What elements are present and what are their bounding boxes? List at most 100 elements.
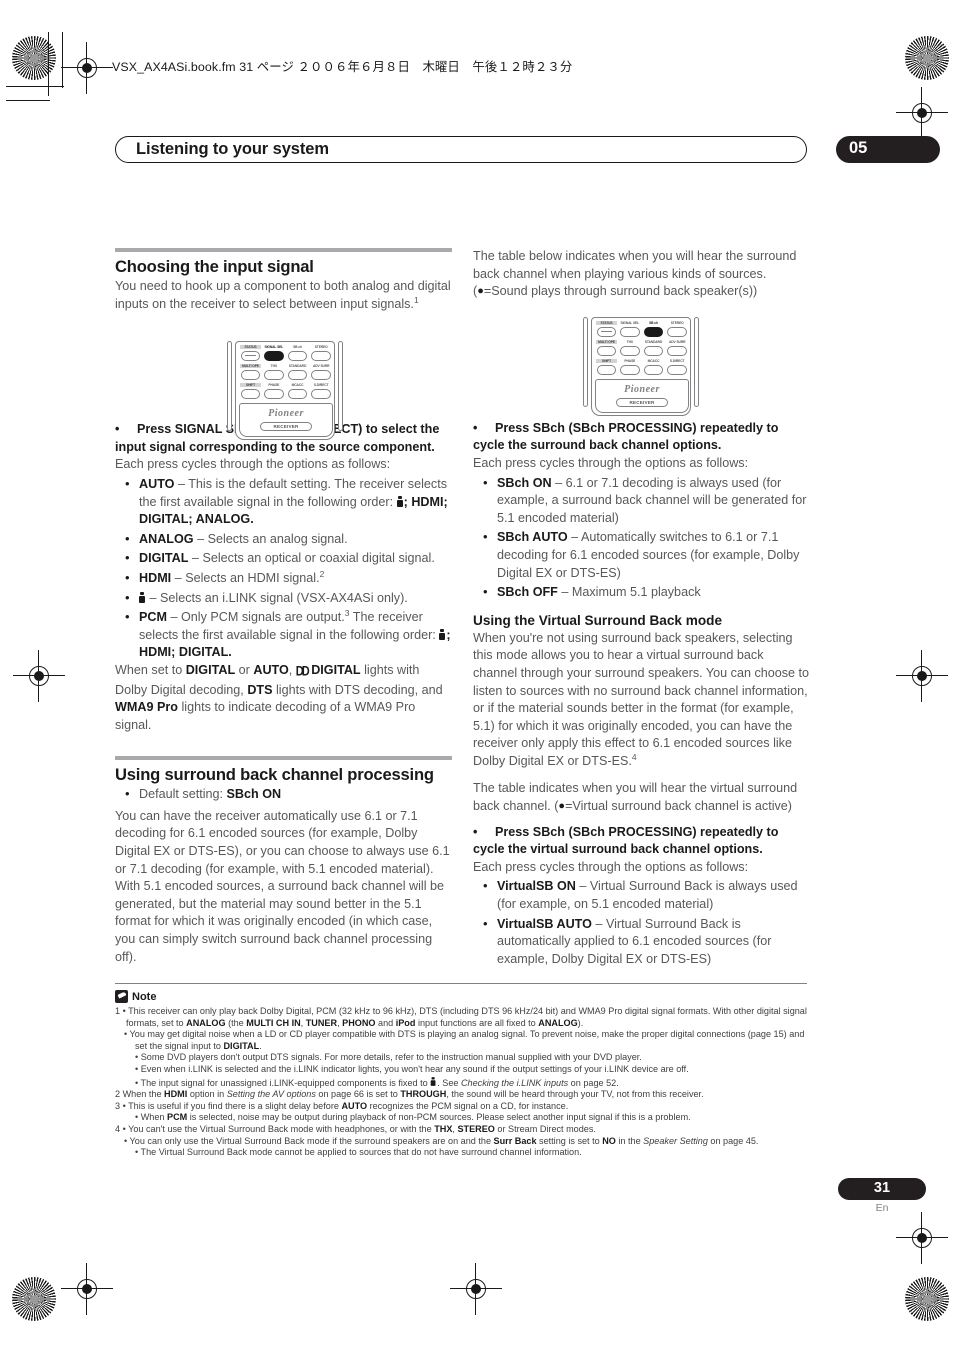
footnote-item: 1 • This receiver can only play back Dol…	[115, 1006, 807, 1028]
instruction-press-sbch-virtual-text: Press SBch (SBch PROCESSING) repeatedly …	[473, 824, 779, 857]
section-rule	[115, 756, 452, 761]
virtual-table-intro-2: =Virtual surround back channel is active…	[565, 799, 793, 814]
filled-circle-icon: ●	[477, 285, 484, 298]
list-item: SBch ON – 6.1 or 7.1 decoding is always …	[473, 474, 810, 528]
remote-key-mcacc: MCACC	[287, 383, 309, 402]
option-term-digital: DIGITAL	[139, 551, 189, 566]
registration-crosshair-bottom-left	[61, 1263, 113, 1315]
footnote-list: 1 • This receiver can only play back Dol…	[115, 1006, 811, 1159]
list-item: PCM – Only PCM signals are output.3 The …	[115, 608, 452, 662]
list-item: Default setting: SBch ON	[115, 785, 452, 804]
footnote-item: • Even when i.LINK is selected and the i…	[135, 1063, 689, 1074]
remote-key-label: SHIFT	[240, 383, 261, 387]
remote-key-label: ADV SURR	[312, 364, 330, 368]
remote-control-illustration-sbch: STATUS SIGNAL SEL SB ch STEREO MULTI OPE…	[583, 317, 699, 418]
remote-key-button	[643, 345, 664, 356]
closing-text-2: or	[235, 662, 254, 677]
option-term-pcm: PCM	[139, 610, 167, 625]
remote-side-left	[583, 317, 588, 407]
closing-text-3: ,	[288, 662, 296, 677]
remote-key-button-highlighted	[643, 326, 664, 337]
remote-key-shift: SHIFT	[240, 383, 261, 402]
remote-key-stereo: STEREO	[310, 345, 332, 364]
list-item: SBch OFF – Maximum 5.1 playback	[473, 583, 810, 602]
remote-side-left	[227, 341, 232, 431]
remote-key-signal-sel: SIGNAL SEL	[263, 345, 285, 364]
remote-key-label: MCACC	[291, 383, 304, 387]
sbch-options: SBch ON – 6.1 or 7.1 decoding is always …	[473, 474, 810, 602]
closing-digital: DIGITAL	[185, 662, 236, 677]
remote-key-button	[264, 388, 284, 399]
remote-key-status: STATUS	[240, 345, 261, 364]
remote-key-multi-ope: MULTI OPE	[596, 340, 617, 359]
dolby-digital-logo-icon: DD	[295, 664, 310, 680]
remote-key-button	[667, 326, 688, 337]
virtual-sbch-instruction-list: • Press SBch (SBch PROCESSING) repeatedly…	[473, 824, 810, 859]
intro-paragraph: You need to hook up a component to both …	[115, 278, 452, 313]
remote-key-standard: STANDARD	[643, 340, 665, 359]
virtual-surround-body-text: When you're not using surround back spea…	[473, 630, 810, 768]
footnote-item: 3 • This is useful if you find there is …	[115, 1100, 569, 1111]
remote-key-button	[667, 345, 688, 356]
page-language-code: En	[875, 1202, 889, 1214]
option-term-sbch-off: SBch OFF	[497, 585, 558, 600]
closing-auto: AUTO	[253, 662, 289, 677]
remote-key-button-highlighted	[264, 350, 284, 361]
table-intro-surround-back: The table below indicates when you will …	[473, 248, 810, 301]
remote-key-thx: THX	[263, 364, 285, 383]
remote-key-standard: STANDARD	[287, 364, 309, 383]
default-setting-list: Default setting: SBch ON	[115, 785, 452, 804]
chapter-title: Listening to your system	[136, 140, 329, 158]
remote-key-adv-surr: ADV SURR	[666, 340, 688, 359]
remote-key-label: SHIFT	[596, 359, 617, 363]
remote-key-button	[287, 369, 308, 380]
remote-key-label: SB ch	[293, 345, 302, 349]
registration-star-bottom-right	[905, 1277, 949, 1321]
footnote-item: • You can only use the Virtual Surround …	[124, 1135, 759, 1146]
remote-key-button	[241, 350, 260, 361]
remote-key-button	[597, 345, 616, 356]
source-file-header-text: VSX_AX4ASi.book.fm 31 ページ ２００６年６月８日 木曜日 …	[112, 60, 573, 74]
registration-crosshair-bottom-right	[896, 1212, 948, 1264]
ilink-icon	[430, 1076, 437, 1086]
remote-key-button	[287, 350, 308, 361]
registration-crosshair-right-mid	[896, 650, 948, 702]
remote-key-label: SIGNAL SEL	[620, 321, 640, 325]
trim-mark-left-corner-h	[6, 100, 50, 102]
remote-key-label: STEREO	[314, 345, 328, 349]
remote-key-thx: THX	[619, 340, 641, 359]
list-item: VirtualSB ON – Virtual Surround Back is …	[473, 877, 810, 913]
section-heading-surround-back-processing: Using surround back channel processing	[115, 765, 434, 785]
remote-key-label: MCACC	[647, 359, 660, 363]
remote-key-label: MULTI OPE	[596, 340, 617, 344]
source-file-header: VSX_AX4ASi.book.fm 31 ページ ２００６年６月８日 木曜日 …	[112, 57, 572, 75]
registration-star-top-left	[12, 36, 56, 80]
ilink-icon	[396, 495, 404, 507]
footnote-item: • You may get digital noise when a LD or…	[124, 1029, 805, 1051]
remote-key-grid: STATUS SIGNAL SEL SB ch STEREO MULTI OPE…	[595, 321, 689, 378]
registration-crosshair-top-left	[61, 42, 113, 94]
section-rule	[115, 248, 452, 252]
remote-key-label: STATUS	[596, 321, 617, 325]
footnote-item: • The Virtual Surround Back mode cannot …	[135, 1147, 582, 1158]
pioneer-logo: Pioneer	[268, 408, 304, 419]
footnote-item: • The input signal for unassigned i.LINK…	[135, 1076, 619, 1088]
cycle-note-right: Each press cycles through the options as…	[473, 455, 749, 470]
remote-key-row: SHIFT PHASE MCACC S.DIRECT	[239, 383, 333, 402]
remote-key-label: STEREO	[670, 321, 684, 325]
list-item: AUTO – This is the default setting. The …	[115, 475, 452, 529]
option-term-analog: ANALOG	[139, 531, 194, 546]
trim-mark-top-left-v	[62, 32, 64, 88]
remote-key-button	[597, 364, 616, 375]
remote-key-sbch: SB ch	[643, 321, 665, 340]
remote-key-signal-sel: SIGNAL SEL	[619, 321, 641, 340]
remote-key-label: PHASE	[268, 383, 280, 387]
footnote-item: 2 When the HDMI option in Setting the AV…	[115, 1089, 704, 1100]
registration-crosshair-left-mid	[13, 650, 65, 702]
remote-key-label: S.DIRECT	[313, 383, 329, 387]
option-desc-analog: – Selects an analog signal.	[193, 531, 348, 546]
remote-key-button	[620, 345, 640, 356]
list-item: HDMI – Selects an HDMI signal.2	[115, 569, 452, 588]
remote-side-right	[694, 317, 699, 407]
closing-dts: DTS	[247, 682, 273, 697]
